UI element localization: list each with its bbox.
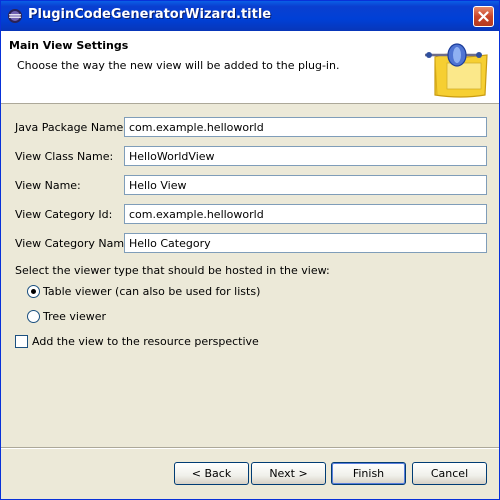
- page-description: Choose the way the new view will be adde…: [17, 59, 340, 72]
- wizard-window: PluginCodeGeneratorWizard.title Main Vie…: [0, 0, 500, 500]
- java-package-input[interactable]: com.example.helloworld: [124, 117, 487, 137]
- resource-perspective-checkbox[interactable]: [15, 335, 28, 348]
- view-name-label: View Name:: [15, 179, 81, 192]
- plugin-wizard-icon: [421, 37, 491, 99]
- radio-selected-dot: [31, 289, 36, 294]
- close-button[interactable]: [473, 6, 494, 27]
- view-name-input[interactable]: Hello View: [124, 175, 487, 195]
- resource-perspective-label[interactable]: Add the view to the resource perspective: [32, 335, 259, 348]
- wizard-banner: Main View Settings Choose the way the ne…: [1, 31, 499, 104]
- viewer-type-prompt: Select the viewer type that should be ho…: [15, 264, 330, 277]
- java-package-label: Java Package Name:: [15, 121, 127, 134]
- page-title: Main View Settings: [9, 39, 129, 52]
- cancel-button[interactable]: Cancel: [412, 462, 487, 485]
- table-viewer-radio[interactable]: [27, 285, 40, 298]
- back-button[interactable]: < Back: [174, 462, 249, 485]
- button-bar: < Back Next > Finish Cancel: [1, 449, 499, 499]
- view-category-id-label: View Category Id:: [15, 208, 113, 221]
- close-icon: [478, 11, 489, 22]
- tree-viewer-label[interactable]: Tree viewer: [43, 310, 106, 323]
- next-button[interactable]: Next >: [251, 462, 326, 485]
- eclipse-icon: [7, 8, 23, 24]
- view-category-id-input[interactable]: com.example.helloworld: [124, 204, 487, 224]
- view-class-input[interactable]: HelloWorldView: [124, 146, 487, 166]
- view-category-name-label: View Category Name:: [15, 237, 135, 250]
- title-bar[interactable]: PluginCodeGeneratorWizard.title: [1, 1, 499, 31]
- view-class-label: View Class Name:: [15, 150, 114, 163]
- table-viewer-label[interactable]: Table viewer (can also be used for lists…: [43, 285, 260, 298]
- view-category-name-input[interactable]: Hello Category: [124, 233, 487, 253]
- finish-button[interactable]: Finish: [331, 462, 406, 485]
- window-title: PluginCodeGeneratorWizard.title: [28, 7, 272, 22]
- wizard-content: Java Package Name: com.example.helloworl…: [1, 105, 499, 447]
- tree-viewer-radio[interactable]: [27, 310, 40, 323]
